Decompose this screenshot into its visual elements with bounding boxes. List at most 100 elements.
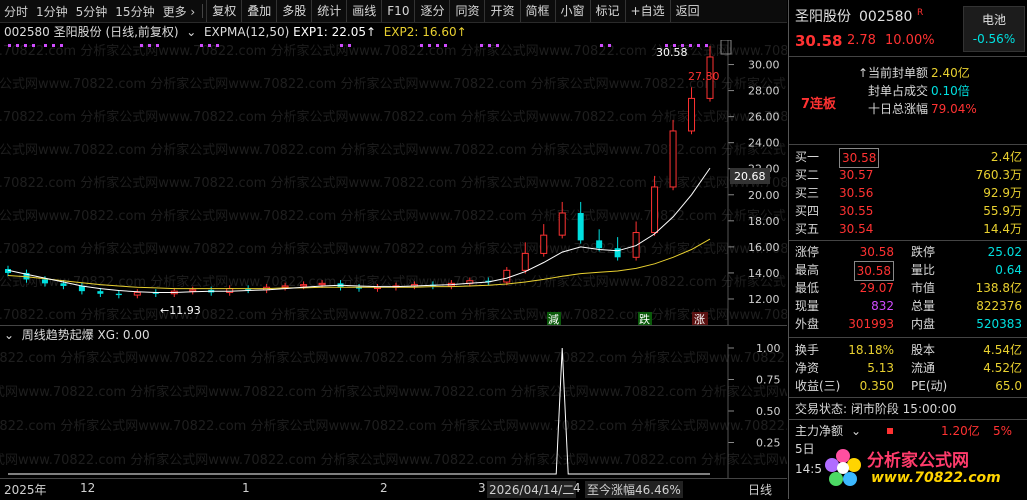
panel-divider-1 bbox=[789, 56, 1027, 57]
per-minute-button[interactable]: 逐分 bbox=[414, 0, 449, 22]
quote-label-left: 涨停 bbox=[795, 245, 820, 259]
high-price-label: 30.58 bbox=[656, 46, 688, 59]
candle-body bbox=[115, 293, 122, 296]
candle-body bbox=[521, 252, 529, 271]
indicator-collapse-icon[interactable]: ⌄ bbox=[182, 25, 200, 39]
quote-value-left: 832 bbox=[871, 299, 894, 313]
mark-button[interactable]: 标记 bbox=[589, 0, 625, 22]
bid-label: 买二 bbox=[795, 168, 820, 182]
period-tab-intraday[interactable]: 分时 bbox=[0, 3, 32, 20]
x-tick-1: 1 bbox=[242, 481, 250, 495]
sub-indicator-name[interactable]: 周线趋势起爆 bbox=[22, 328, 94, 342]
stat-label-right: 股本 bbox=[911, 343, 936, 357]
panel-divider-2 bbox=[789, 144, 1027, 145]
add-watchlist-button[interactable]: +自选 bbox=[624, 0, 670, 22]
y-axis-label: 16.00 bbox=[748, 241, 780, 254]
period-tab-more[interactable]: 更多 › bbox=[159, 3, 200, 20]
back-button[interactable]: 返回 bbox=[669, 0, 705, 22]
bid-row: 买二 30.57 760.3万 bbox=[789, 166, 1027, 184]
stat-value-right: 4.52亿 bbox=[983, 361, 1022, 375]
signal-dot bbox=[60, 44, 63, 47]
signal-dot bbox=[16, 44, 19, 47]
bid-label: 买四 bbox=[795, 204, 820, 218]
x-tick-12: 12 bbox=[80, 481, 96, 495]
simple-frame-button[interactable]: 简框 bbox=[519, 0, 555, 22]
panel-divider-4 bbox=[789, 337, 1027, 338]
bid-price: 30.55 bbox=[839, 204, 874, 218]
toolbar-divider bbox=[202, 4, 204, 18]
margin-flag: R bbox=[917, 8, 924, 18]
candle-body bbox=[300, 284, 308, 287]
bid-volume: 92.9万 bbox=[983, 186, 1022, 200]
signal-dot bbox=[200, 44, 203, 47]
bid-volume: 55.9万 bbox=[983, 204, 1022, 218]
stats-button[interactable]: 统计 bbox=[311, 0, 346, 22]
candle-body bbox=[632, 232, 640, 258]
signal-dot bbox=[340, 44, 343, 47]
bid-volume: 2.4亿 bbox=[990, 150, 1022, 164]
signal-dot bbox=[697, 44, 700, 47]
y-axis-label: 12.00 bbox=[748, 293, 780, 306]
multi-stock-button[interactable]: 多股 bbox=[276, 0, 311, 22]
sector-name: 电池 bbox=[981, 13, 1006, 27]
exp1-value: EXP1: 22.05↑ bbox=[293, 25, 377, 39]
same-fund-button[interactable]: 同资 bbox=[449, 0, 484, 22]
bid-row: 买五 30.54 14.4万 bbox=[789, 220, 1027, 238]
flow-collapse-icon[interactable]: ⌄ bbox=[851, 422, 861, 440]
quote-value-right: 822376 bbox=[976, 299, 1022, 313]
quote-label-right: 内盘 bbox=[911, 317, 936, 331]
period-label[interactable]: 日线 bbox=[748, 481, 772, 498]
indicator-name[interactable]: EXPMA(12,50) bbox=[204, 25, 289, 39]
exp2-value: EXP2: 16.60↑ bbox=[383, 25, 467, 39]
overlay-button[interactable]: 叠加 bbox=[241, 0, 276, 22]
stat-label-right: PE(动) bbox=[911, 379, 948, 393]
period-tab-1min[interactable]: 1分钟 bbox=[32, 3, 72, 20]
open-fund-button[interactable]: 开资 bbox=[484, 0, 519, 22]
main-flow-row: 主力净额 ⌄ 1.20亿 5% bbox=[789, 422, 1027, 440]
candle-body bbox=[596, 240, 603, 249]
stat-value-left: 5.13 bbox=[867, 361, 894, 375]
price-chart[interactable]: 分析家公式网www.70822.com 分析家公式网www.70822.com … bbox=[0, 40, 787, 326]
quote-value-right: 0.64 bbox=[995, 263, 1022, 277]
period-tab-5min[interactable]: 5分钟 bbox=[72, 3, 112, 20]
x-tick-4: 4 bbox=[573, 481, 581, 495]
signal-dot bbox=[689, 44, 692, 47]
y-axis-label: 28.00 bbox=[748, 85, 780, 98]
bid-label: 买三 bbox=[795, 186, 820, 200]
limit-row-3: 7连板 十日总涨幅 79.04% bbox=[789, 97, 1027, 118]
indicator-chart[interactable]: 分析家公式网www.70822.com 分析家公式网www.70822.com … bbox=[0, 344, 787, 478]
draw-line-button[interactable]: 画线 bbox=[346, 0, 381, 22]
quote-label-right: 总量 bbox=[911, 299, 936, 313]
small-window-button[interactable]: 小窗 bbox=[554, 0, 590, 22]
quote-row: 现量 832 总量 822376 bbox=[789, 297, 1027, 315]
quote-value-right: 138.8亿 bbox=[975, 281, 1022, 295]
watermark-text: 分析家公式网www.70822.com 分析家公式网www.70822.com … bbox=[0, 208, 787, 224]
candle-body bbox=[281, 285, 289, 288]
stat-value-right: 65.0 bbox=[995, 379, 1022, 393]
quote-value-left: 301993 bbox=[848, 317, 894, 331]
stock-name: 圣阳股份 bbox=[795, 9, 851, 25]
signal-dot bbox=[216, 44, 219, 47]
bid-row: 买一 30.58 2.4亿 bbox=[789, 148, 1027, 168]
quote-label-right: 市值 bbox=[911, 281, 936, 295]
signal-dot bbox=[428, 44, 431, 47]
adjust-button[interactable]: 复权 bbox=[206, 0, 241, 22]
bid-price: 30.58 bbox=[839, 148, 880, 168]
quote-label-left: 最高 bbox=[795, 263, 820, 277]
signal-dot bbox=[8, 44, 11, 47]
signal-dot bbox=[208, 44, 211, 47]
day-label: 5日 bbox=[795, 442, 815, 456]
stat-value-left: 0.350 bbox=[859, 379, 894, 393]
candle-body bbox=[540, 234, 548, 254]
f10-button[interactable]: F10 bbox=[381, 0, 414, 22]
sub-y-axis-label: 0.25 bbox=[756, 437, 781, 450]
ten-day-label: 十日总涨幅 bbox=[867, 102, 928, 116]
sub-indicator-title: ⌄ 周线趋势起爆 XG: 0.00 bbox=[4, 327, 150, 343]
x-tick-2: 2 bbox=[380, 481, 388, 495]
signal-dot bbox=[496, 44, 499, 47]
sub-collapse-icon[interactable]: ⌄ bbox=[4, 328, 18, 342]
candle-body bbox=[614, 248, 621, 258]
period-tab-15min[interactable]: 15分钟 bbox=[111, 3, 158, 20]
price-pct: 10.00% bbox=[885, 33, 935, 48]
x-axis: 2025年 12 1 2 3 2026/04/14/二 4 至今涨幅46.46%… bbox=[0, 478, 787, 500]
